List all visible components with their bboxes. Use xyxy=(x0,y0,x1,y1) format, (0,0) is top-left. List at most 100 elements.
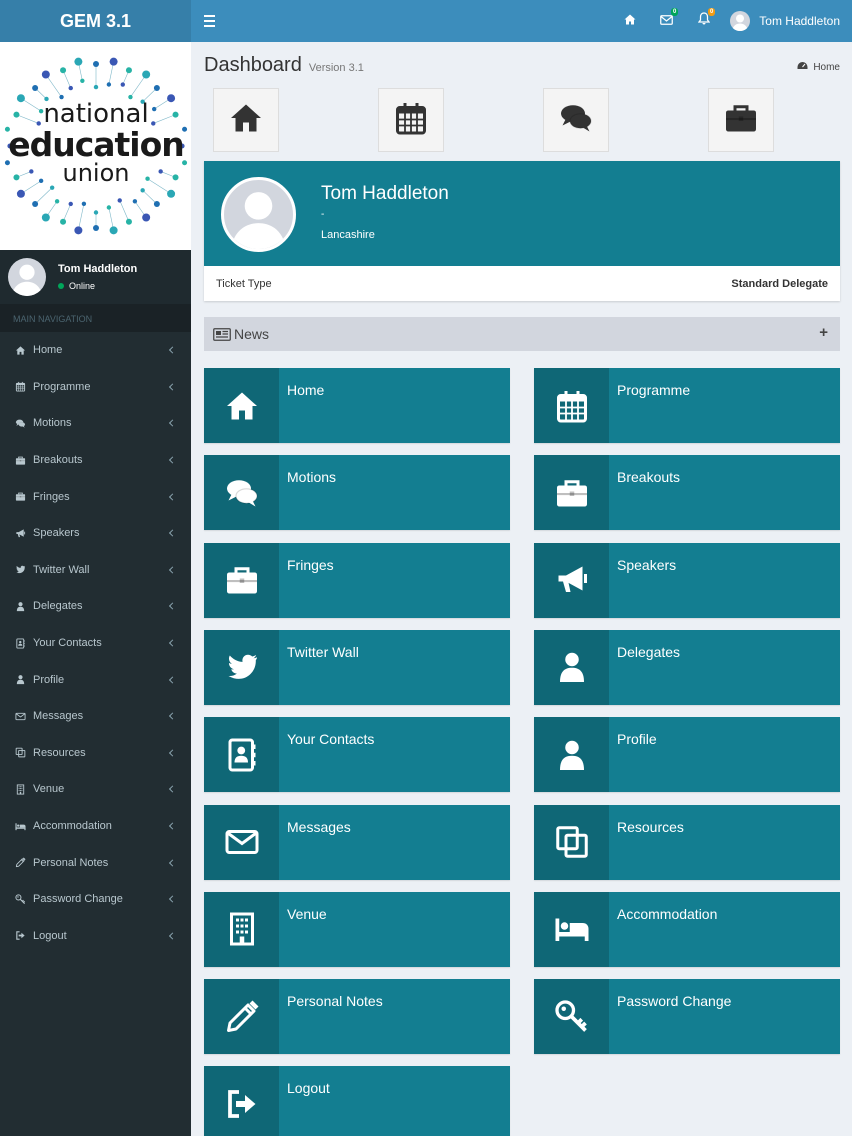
news-title: News xyxy=(234,326,270,342)
ticket-type-label: Ticket Type xyxy=(216,277,272,290)
avatar xyxy=(8,258,46,296)
profile-avatar xyxy=(221,177,296,252)
tile-home[interactable]: Home xyxy=(204,368,510,443)
tile-twitter-wall[interactable]: Twitter Wall xyxy=(204,629,510,705)
quick-link-briefcase-button[interactable] xyxy=(708,88,774,152)
sidebar-item-delegates[interactable]: Delegates xyxy=(0,588,191,625)
key-icon xyxy=(14,893,26,905)
chevron-left-icon xyxy=(168,859,177,867)
sidebar-item-breakouts[interactable]: Breakouts xyxy=(0,442,191,479)
page-header: Dashboard Version 3.1 xyxy=(204,54,364,77)
sidebar-item-profile[interactable]: Profile xyxy=(0,661,191,698)
home-icon xyxy=(228,100,264,141)
pencil-icon xyxy=(14,857,26,869)
quick-link-comments-button[interactable] xyxy=(543,88,609,152)
sidebar-item-messages[interactable]: Messages xyxy=(0,698,191,735)
main-navigation-header: MAIN NAVIGATION xyxy=(0,304,191,332)
sidebar-item-fringes[interactable]: Fringes xyxy=(0,478,191,515)
comments-icon xyxy=(14,417,26,429)
bed-icon xyxy=(14,820,26,832)
tile-programme[interactable]: Programme xyxy=(534,368,840,443)
tile-speakers[interactable]: Speakers xyxy=(534,542,840,618)
tile-resources[interactable]: Resources xyxy=(534,804,840,880)
tile-venue[interactable]: Venue xyxy=(204,891,510,967)
tile-password-change[interactable]: Password Change xyxy=(534,979,840,1055)
tile-label: Your Contacts xyxy=(287,731,375,748)
chevron-left-icon xyxy=(168,932,177,940)
tile-profile[interactable]: Profile xyxy=(534,717,840,793)
news-expand-button[interactable]: + xyxy=(819,324,828,341)
sidebar-item-your-contacts[interactable]: Your Contacts xyxy=(0,625,191,662)
sidebar-item-personal-notes[interactable]: Personal Notes xyxy=(0,844,191,881)
home-icon xyxy=(14,344,26,356)
sidebar-item-label: Programme xyxy=(33,380,91,393)
tile-messages[interactable]: Messages xyxy=(204,804,510,880)
sidebar-item-label: Speakers xyxy=(33,527,80,540)
tile-label: Messages xyxy=(287,818,351,835)
chevron-left-icon xyxy=(168,712,177,720)
profile-name: Tom Haddleton xyxy=(321,183,449,204)
sidebar-item-resources[interactable]: Resources xyxy=(0,735,191,772)
profile-card: Tom Haddleton - Lancashire Ticket Type S… xyxy=(204,161,840,301)
tile-breakouts[interactable]: Breakouts xyxy=(534,455,840,531)
tile-personal-notes[interactable]: Personal Notes xyxy=(204,979,510,1055)
tile-label: Password Change xyxy=(617,993,732,1010)
tile-label: Motions xyxy=(287,469,337,486)
user-menu[interactable]: Tom Haddleton xyxy=(722,0,852,42)
briefcase-icon xyxy=(723,100,759,141)
notifications-menu[interactable]: 0 xyxy=(685,0,722,42)
messages-count-badge: 0 xyxy=(670,8,679,16)
app-logo[interactable]: GEM 3.1 xyxy=(0,0,191,42)
sidebar-item-programme[interactable]: Programme xyxy=(0,369,191,406)
sidebar-item-label: Delegates xyxy=(33,600,83,613)
sidebar-item-venue[interactable]: Venue xyxy=(0,771,191,808)
breadcrumb[interactable]: Home xyxy=(797,61,840,73)
sidebar-item-motions[interactable]: Motions xyxy=(0,405,191,442)
breadcrumb-home[interactable]: Home xyxy=(813,62,840,73)
sidebar-item-label: Password Change xyxy=(33,893,123,906)
tile-label: Fringes xyxy=(287,556,334,573)
news-box-header[interactable]: News + xyxy=(204,317,840,351)
comments-icon xyxy=(204,455,279,531)
nav-home-button[interactable] xyxy=(611,0,648,42)
tile-label: Resources xyxy=(617,818,684,835)
tile-accommodation[interactable]: Accommodation xyxy=(534,891,840,967)
sidebar-item-password-change[interactable]: Password Change xyxy=(0,881,191,918)
sidebar-item-logout[interactable]: Logout xyxy=(0,918,191,955)
notifications-count-badge: 0 xyxy=(707,8,716,16)
sidebar-toggle-button[interactable] xyxy=(191,0,227,42)
sidebar-item-accommodation[interactable]: Accommodation xyxy=(0,808,191,845)
sidebar-item-label: Logout xyxy=(33,929,67,942)
sidebar-menu: Home Programme Motions Breakouts Fringes Spea… xyxy=(0,332,191,954)
app-title: GEM 3.1 xyxy=(59,10,132,31)
profile-location: Lancashire xyxy=(321,229,375,241)
tile-your-contacts[interactable]: Your Contacts xyxy=(204,717,510,793)
sidebar-item-speakers[interactable]: Speakers xyxy=(0,515,191,552)
tile-label: Profile xyxy=(617,731,657,748)
sidebar-item-home[interactable]: Home xyxy=(0,332,191,369)
building-icon xyxy=(204,891,279,967)
user-icon xyxy=(534,717,609,793)
bullhorn-icon xyxy=(534,542,609,618)
sidebar: national education union Tom Haddleton O… xyxy=(0,42,191,1136)
quick-link-calendar-button[interactable] xyxy=(378,88,444,152)
address-book-icon xyxy=(14,637,26,649)
tile-delegates[interactable]: Delegates xyxy=(534,629,840,705)
tile-motions[interactable]: Motions xyxy=(204,455,510,531)
key-icon xyxy=(534,979,609,1055)
messages-menu[interactable]: 0 xyxy=(648,0,685,42)
svg-text:union: union xyxy=(63,159,130,187)
tile-label: Programme xyxy=(617,382,691,398)
sidebar-item-label: Messages xyxy=(33,710,84,723)
page-version: Version 3.1 xyxy=(308,62,364,74)
sidebar-item-twitter-wall[interactable]: Twitter Wall xyxy=(0,552,191,589)
tile-fringes[interactable]: Fringes xyxy=(204,542,510,618)
tile-logout[interactable]: Logout xyxy=(204,1066,510,1136)
newspaper-icon xyxy=(213,327,231,341)
tile-label: Accommodation xyxy=(617,905,718,922)
calendar-icon xyxy=(534,368,609,443)
briefcase-icon xyxy=(14,454,26,466)
chevron-left-icon xyxy=(168,493,177,501)
quick-link-home-button[interactable] xyxy=(213,88,279,152)
profile-subtitle: - xyxy=(321,209,325,220)
